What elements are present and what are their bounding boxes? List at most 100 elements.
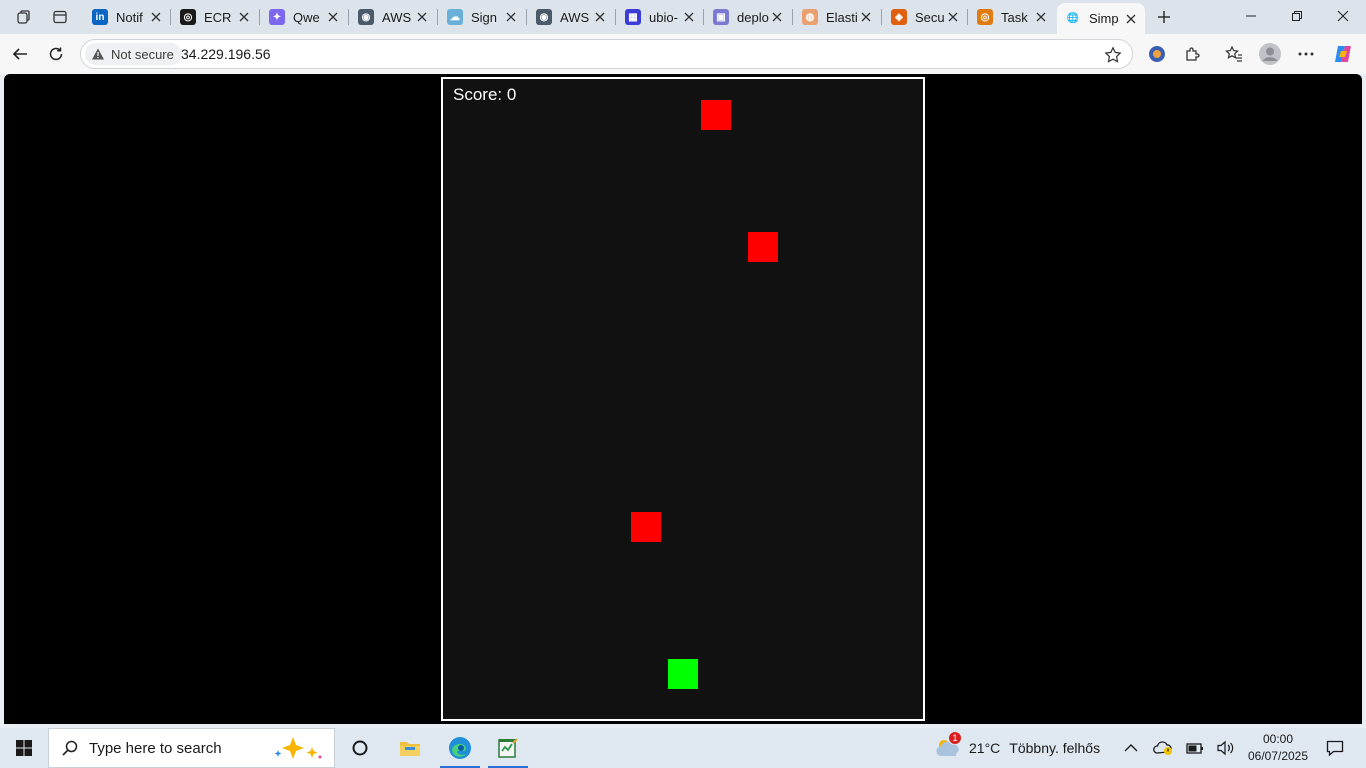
- tab-separator: [792, 9, 793, 25]
- workspaces-icon[interactable]: [10, 4, 38, 30]
- browser-tab[interactable]: 🌐 Simp: [1057, 3, 1145, 34]
- browser-tab[interactable]: ◎ ECR I: [172, 3, 258, 31]
- clock-date: 06/07/2025: [1247, 749, 1309, 763]
- tab-close-icon[interactable]: [681, 9, 697, 25]
- copilot-icon[interactable]: [1328, 40, 1358, 68]
- tab-title: ECR I: [204, 9, 236, 25]
- tab-close-icon[interactable]: [148, 9, 164, 25]
- task-icon: ◎: [977, 9, 993, 25]
- tab-separator: [259, 9, 260, 25]
- tab-title: AWS: [560, 9, 590, 25]
- weather-widget[interactable]: 1 21°C Többny. felhős: [934, 728, 1100, 768]
- clock-time: 00:00: [1262, 732, 1294, 746]
- linkedin-icon: in: [92, 9, 108, 25]
- vertical-tabs-icon[interactable]: [46, 4, 74, 30]
- extensions-puzzle-icon[interactable]: [1178, 40, 1208, 68]
- tab-close-icon[interactable]: [1033, 9, 1049, 25]
- tab-close-icon[interactable]: [592, 9, 608, 25]
- show-hidden-icons-chevron-icon[interactable]: [1116, 728, 1146, 768]
- security-label: Not secure: [111, 46, 174, 62]
- favorite-star-icon[interactable]: [1102, 44, 1124, 66]
- elastic-icon: ◍: [802, 9, 818, 25]
- eye-icon: ◉: [358, 9, 374, 25]
- start-button[interactable]: [0, 728, 48, 768]
- new-tab-plus-icon[interactable]: [1150, 4, 1178, 30]
- tab-close-icon[interactable]: [858, 9, 874, 25]
- globe-icon: 🌐: [1066, 13, 1080, 24]
- notification-center-icon[interactable]: [1318, 728, 1352, 768]
- security-icon: ◈: [891, 9, 907, 25]
- tab-close-icon[interactable]: [325, 9, 341, 25]
- notepad-icon[interactable]: [484, 728, 532, 768]
- tab-separator: [437, 9, 438, 25]
- tab-separator: [526, 9, 527, 25]
- game-canvas[interactable]: Score: 0: [441, 77, 925, 721]
- search-icon: [62, 740, 78, 756]
- eye-icon: ◉: [536, 9, 552, 25]
- browser-tab[interactable]: ☁ Sign: [439, 3, 525, 31]
- task-view-icon[interactable]: [336, 728, 384, 768]
- edge-browser-icon[interactable]: [436, 728, 484, 768]
- extension-circle-icon[interactable]: [1142, 40, 1172, 68]
- cloud-icon: ☁: [447, 9, 463, 25]
- tab-separator: [881, 9, 882, 25]
- browser-tab[interactable]: ✦ Qwe: [261, 3, 347, 31]
- back-button[interactable]: [5, 40, 35, 68]
- url-text[interactable]: 34.229.196.56: [181, 46, 271, 62]
- tab-title: Sign: [471, 9, 498, 25]
- browser-tab[interactable]: in Notif: [84, 3, 170, 31]
- tab-title: Secu: [915, 9, 945, 25]
- tab-close-icon[interactable]: [414, 9, 430, 25]
- tab-close-icon[interactable]: [769, 9, 785, 25]
- minimize-button[interactable]: [1228, 0, 1274, 32]
- enemy-block: [701, 100, 731, 130]
- search-highlight-icon: [274, 737, 322, 759]
- warning-icon: [92, 48, 104, 60]
- tab-close-icon[interactable]: [236, 9, 252, 25]
- file-explorer-icon[interactable]: [386, 728, 434, 768]
- browser-toolbar: Not secure 34.229.196.56: [0, 34, 1366, 74]
- tab-title: Qwe: [293, 9, 320, 25]
- security-indicator[interactable]: Not secure: [85, 43, 182, 65]
- tab-close-icon[interactable]: [945, 9, 961, 25]
- enemy-block: [631, 512, 661, 542]
- bucket-icon: ▦: [625, 9, 641, 25]
- score-label: Score: 0: [453, 85, 517, 104]
- tab-separator: [170, 9, 171, 25]
- tab-title: Simp: [1089, 11, 1119, 26]
- system-clock[interactable]: 00:00 06/07/2025: [1244, 731, 1312, 765]
- browser-tab[interactable]: ◈ Secu: [883, 3, 967, 31]
- browser-tab[interactable]: ◎ Task: [969, 3, 1055, 31]
- volume-icon[interactable]: [1211, 728, 1241, 768]
- browser-tab[interactable]: ◉ AWS: [350, 3, 436, 31]
- tab-separator: [615, 9, 616, 25]
- tab-close-icon[interactable]: [1123, 11, 1139, 27]
- refresh-button[interactable]: [41, 40, 71, 68]
- tab-title: Task: [1001, 9, 1028, 25]
- browser-tab[interactable]: ◍ Elasti: [794, 3, 880, 31]
- tab-separator: [967, 9, 968, 25]
- browser-tab[interactable]: ◉ AWS: [528, 3, 614, 31]
- taskbar-search-box[interactable]: Type here to search: [48, 728, 335, 768]
- player-block: [668, 659, 698, 689]
- page-viewport: Score: 0: [4, 74, 1362, 724]
- weather-alert-badge: 1: [949, 732, 961, 744]
- close-window-button[interactable]: [1320, 0, 1366, 32]
- windows-taskbar: Type here to search 1 21°C Többny. felhő…: [0, 728, 1366, 768]
- qwen-icon: ✦: [269, 9, 285, 25]
- restore-button[interactable]: [1274, 0, 1320, 32]
- weather-temperature: 21°C: [969, 740, 1001, 756]
- profile-avatar[interactable]: [1255, 40, 1285, 68]
- favorites-icon[interactable]: [1219, 40, 1249, 68]
- tab-strip: in Notif ◎ ECR I ✦ Qwe ◉ AWS ☁ Sign ◉ AWS ▦ ubio- ▣ dep…: [0, 0, 1366, 34]
- onedrive-warning-icon[interactable]: [1148, 728, 1178, 768]
- browser-tab[interactable]: ▦ ubio-: [617, 3, 703, 31]
- tab-close-icon[interactable]: [503, 9, 519, 25]
- more-options-icon[interactable]: [1291, 40, 1321, 68]
- openai-icon: ◎: [180, 9, 196, 25]
- tab-title: ubio-: [649, 9, 678, 25]
- browser-tab[interactable]: ▣ deplo: [705, 3, 791, 31]
- address-bar[interactable]: Not secure 34.229.196.56: [80, 39, 1133, 69]
- network-icon[interactable]: [1180, 728, 1210, 768]
- tab-title: deplo: [737, 9, 769, 25]
